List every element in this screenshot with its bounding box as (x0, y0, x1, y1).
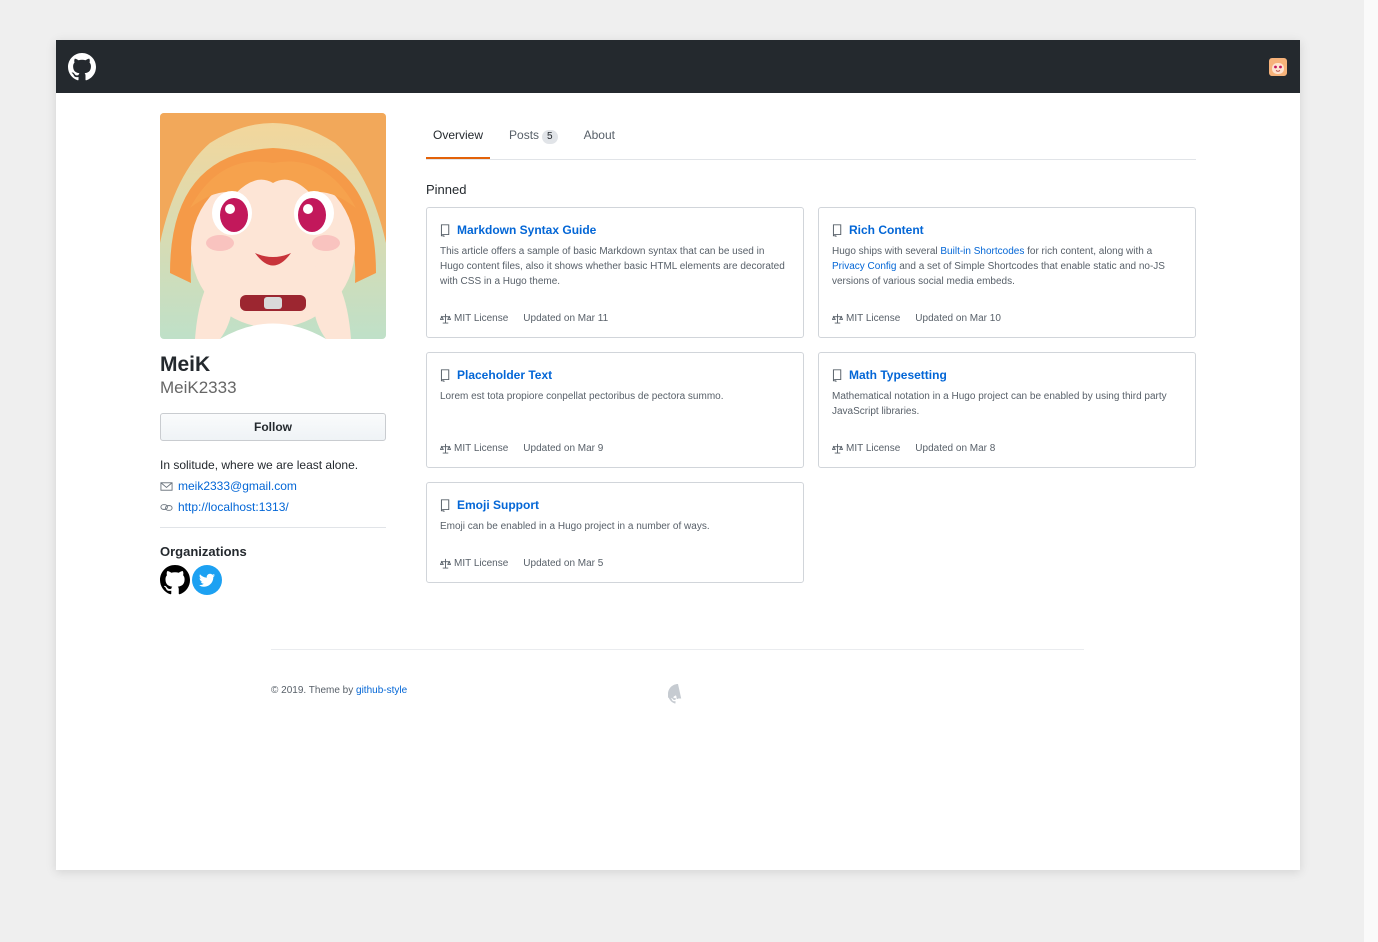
desc-text: Hugo ships with several (832, 246, 941, 257)
website-row: http://localhost:1313/ (160, 499, 386, 515)
email-row: meik2333@gmail.com (160, 478, 386, 494)
card-updated: Updated on Mar 8 (915, 443, 996, 454)
card-description: Emoji can be enabled in a Hugo project i… (440, 521, 710, 532)
card-title-link[interactable]: Markdown Syntax Guide (457, 222, 596, 238)
github-mark-icon[interactable] (668, 684, 688, 704)
card-title: Placeholder Text (440, 367, 790, 383)
twitter-bird-icon[interactable] (192, 565, 222, 595)
card-meta: MIT License Updated on Mar 5 (440, 558, 603, 569)
card-title-link[interactable]: Placeholder Text (457, 367, 552, 383)
pinned-title: Pinned (426, 182, 467, 197)
tab-label: Overview (433, 128, 484, 142)
card-description: This article offers a sample of basic Ma… (440, 246, 785, 287)
card-title: Math Typesetting (832, 367, 1182, 383)
repo-icon (832, 368, 842, 382)
tab-posts[interactable]: Posts 5 (502, 113, 565, 159)
pinned-grid: Markdown Syntax Guide This article offer… (426, 207, 1196, 583)
top-header (56, 40, 1300, 93)
theme-link[interactable]: github-style (356, 685, 407, 696)
email-link[interactable]: meik2333@gmail.com (178, 478, 297, 494)
privacy-config-link[interactable]: Privacy Config (832, 261, 896, 272)
repo-icon (440, 223, 450, 237)
user-avatar-icon[interactable] (1269, 58, 1287, 76)
repo-icon (440, 368, 450, 382)
page-footer: © 2019. Theme by github-style (271, 649, 1084, 739)
profile-sidebar: MeiK MeiK2333 Follow In solitude, where … (160, 113, 386, 595)
law-icon (832, 313, 843, 324)
card-license: MIT License (454, 558, 509, 569)
repo-icon (832, 223, 842, 237)
link-icon (160, 503, 173, 511)
card-title-link[interactable]: Emoji Support (457, 497, 539, 513)
profile-name: MeiK (160, 353, 211, 376)
card-title: Markdown Syntax Guide (440, 222, 790, 238)
card-meta: MIT License Updated on Mar 10 (832, 313, 1001, 324)
organizations-list (160, 565, 386, 595)
profile-page: MeiK MeiK2333 Follow In solitude, where … (56, 40, 1300, 870)
card-title-link[interactable]: Math Typesetting (849, 367, 947, 383)
tab-label: Posts (509, 128, 540, 142)
card-title-link[interactable]: Rich Content (849, 222, 924, 238)
profile-avatar (160, 113, 386, 339)
pinned-card: Math Typesetting Mathematical notation i… (818, 352, 1196, 468)
copyright-text: © 2019. Theme by (271, 685, 357, 696)
pinned-card: Placeholder Text Lorem est tota propiore… (426, 352, 804, 468)
card-meta: MIT License Updated on Mar 11 (440, 313, 608, 324)
card-updated: Updated on Mar 9 (523, 443, 604, 454)
main-content: Overview Posts 5 About Pinned Markdown Sy… (426, 113, 1196, 583)
card-meta: MIT License Updated on Mar 9 (440, 443, 603, 454)
card-updated: Updated on Mar 10 (915, 313, 1001, 324)
pinned-card: Rich Content Hugo ships with several Bui… (818, 207, 1196, 338)
profile-bio: In solitude, where we are least alone. (160, 458, 359, 472)
github-mark-icon[interactable] (160, 565, 190, 595)
card-description: Mathematical notation in a Hugo project … (832, 391, 1167, 417)
law-icon (440, 443, 451, 454)
law-icon (440, 558, 451, 569)
profile-login: MeiK2333 (160, 378, 237, 397)
card-license: MIT License (846, 443, 901, 454)
card-updated: Updated on Mar 11 (523, 313, 609, 324)
desc-text: for rich content, along with a (1024, 246, 1153, 257)
card-license: MIT License (846, 313, 901, 324)
tab-about[interactable]: About (577, 113, 622, 159)
pinned-card: Markdown Syntax Guide This article offer… (426, 207, 804, 338)
card-meta: MIT License Updated on Mar 8 (832, 443, 995, 454)
tab-overview[interactable]: Overview (426, 113, 491, 159)
law-icon (832, 443, 843, 454)
mail-icon (160, 481, 173, 491)
builtin-shortcodes-link[interactable]: Built-in Shortcodes (940, 246, 1024, 257)
card-title: Rich Content (832, 222, 1182, 238)
follow-button[interactable]: Follow (160, 413, 386, 441)
website-link[interactable]: http://localhost:1313/ (178, 499, 289, 515)
card-description: Lorem est tota propiore conpellat pector… (440, 391, 724, 402)
organizations-title: Organizations (160, 544, 247, 559)
repo-icon (440, 498, 450, 512)
footer-copyright: © 2019. Theme by github-style (271, 685, 407, 696)
sidebar-divider (160, 527, 386, 528)
pinned-card: Emoji Support Emoji can be enabled in a … (426, 482, 804, 583)
card-description: Hugo ships with several Built-in Shortco… (832, 244, 1182, 289)
card-title: Emoji Support (440, 497, 790, 513)
window-scrollbar[interactable] (1364, 0, 1378, 942)
card-license: MIT License (454, 313, 509, 324)
card-license: MIT License (454, 443, 509, 454)
tab-label: About (583, 128, 615, 142)
law-icon (440, 313, 451, 324)
github-mark-icon[interactable] (68, 53, 96, 81)
posts-counter: 5 (542, 130, 558, 144)
profile-tabs: Overview Posts 5 About (426, 113, 1196, 160)
card-updated: Updated on Mar 5 (523, 558, 604, 569)
